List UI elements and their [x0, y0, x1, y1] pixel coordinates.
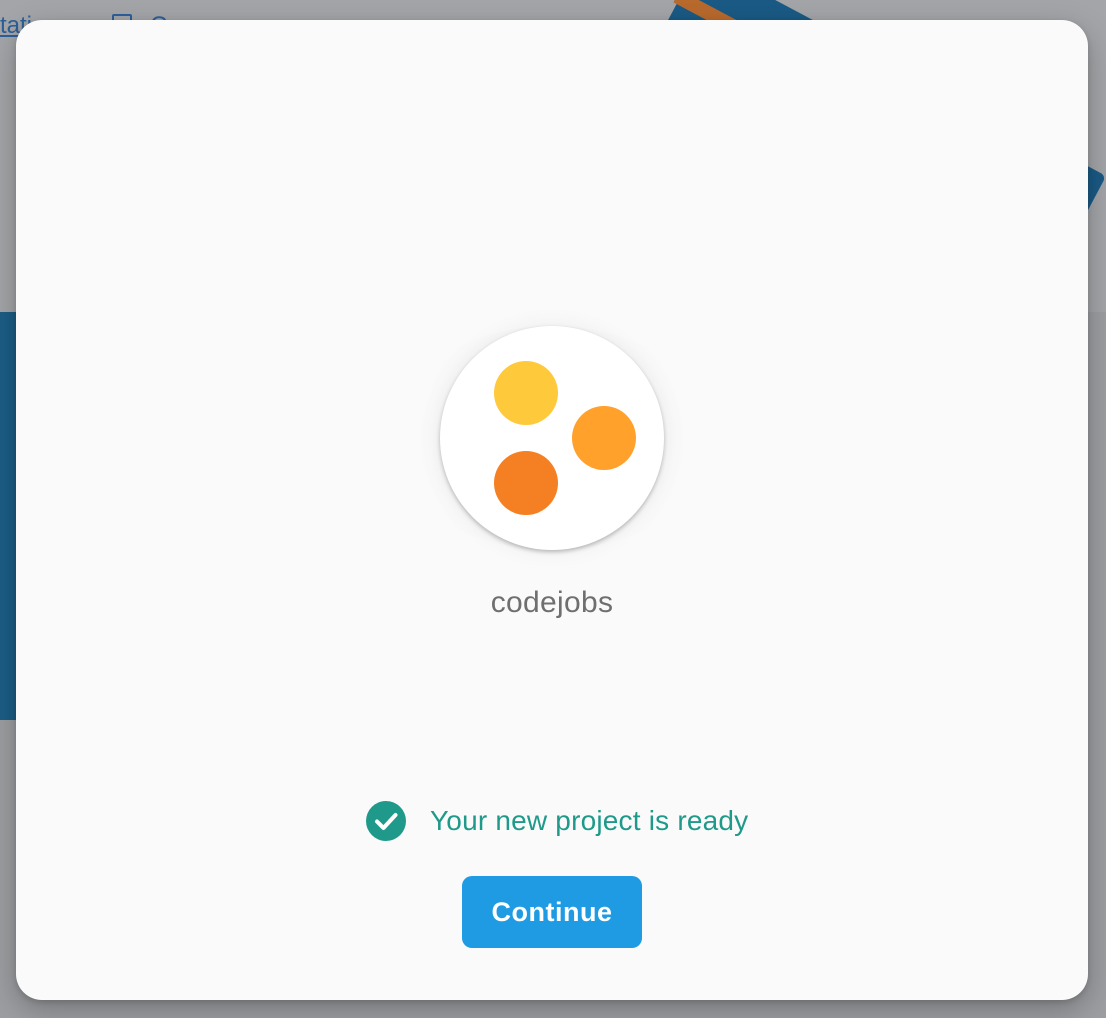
continue-button[interactable]: Continue: [462, 876, 642, 948]
avatar-dot-dark-orange: [494, 451, 558, 515]
avatar-dot-orange: [572, 406, 636, 470]
status-text: Your new project is ready: [430, 805, 749, 836]
project-avatar: [440, 326, 664, 550]
project-ready-dialog: codejobs Your new project is ready Conti…: [16, 20, 1088, 1000]
project-name: codejobs: [490, 586, 614, 619]
avatar-dot-yellow: [494, 361, 558, 425]
status-message: Your new project is ready: [366, 800, 748, 842]
check-circle-icon: [366, 801, 406, 841]
check-circle-bg: [366, 801, 406, 841]
